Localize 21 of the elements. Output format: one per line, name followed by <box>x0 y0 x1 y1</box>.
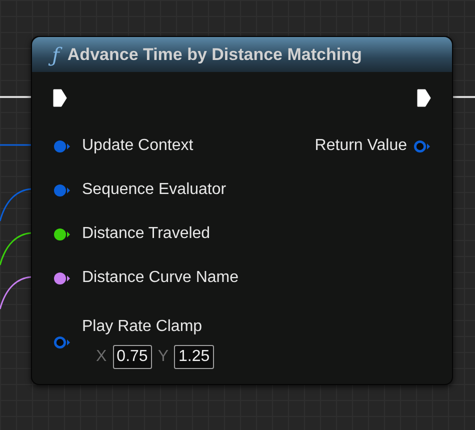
number-field[interactable]: 1.25 <box>174 345 214 369</box>
axis-label: X <box>96 347 107 367</box>
node-title: Advance Time by Distance Matching <box>67 44 362 66</box>
pin-label: Distance Traveled <box>82 224 210 244</box>
exec-pin-icon[interactable] <box>417 89 431 107</box>
pin-label: Play Rate Clamp <box>82 317 204 337</box>
pin-label: Sequence Evaluator <box>82 180 226 200</box>
input-pin-icon[interactable] <box>53 336 71 348</box>
output-pin-icon[interactable] <box>413 140 431 152</box>
pin-label: Distance Curve Name <box>82 268 238 288</box>
pin-label: Return Value <box>314 136 407 156</box>
input-pin-icon[interactable] <box>53 228 71 240</box>
axis-label: Y <box>158 347 168 367</box>
pin-label: Update Context <box>82 136 194 156</box>
function-node[interactable]: ƒ Advance Time by Distance Matching Update Context Return Value Sequence Evaluator Distance Traveled Distance Curve Name Play Rate Clamp X 0.75 Y 1.25 <box>31 36 453 385</box>
input-pin-icon[interactable] <box>53 184 71 196</box>
wire-drawing <box>453 96 475 98</box>
exec-pin-icon[interactable] <box>53 89 67 107</box>
input-pin-icon[interactable] <box>53 272 71 284</box>
number-field[interactable]: 0.75 <box>112 345 152 369</box>
input-pin-icon[interactable] <box>53 140 71 152</box>
